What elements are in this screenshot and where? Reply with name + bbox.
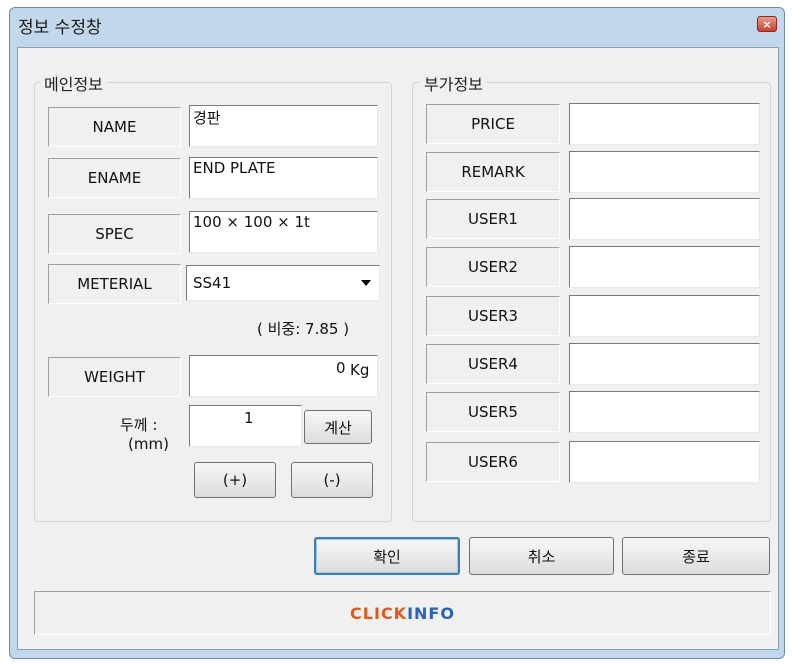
material-label: METERIAL — [48, 264, 181, 304]
brand-logo: CLICKINFO — [350, 603, 455, 623]
name-label: NAME — [48, 107, 181, 147]
density-text: ( 비중: 7.85 ) — [257, 320, 350, 338]
price-input[interactable] — [569, 103, 760, 145]
weight-output: 0 Kg — [189, 355, 378, 397]
user3-input[interactable] — [569, 295, 760, 337]
increase-button[interactable]: (+) — [194, 462, 276, 498]
weight-label: WEIGHT — [48, 357, 181, 397]
material-selected-value: SS41 — [193, 274, 232, 292]
decrease-button[interactable]: (-) — [291, 462, 373, 498]
user6-label: USER6 — [426, 442, 560, 482]
close-icon: × — [762, 17, 772, 31]
thickness-label: 두께 : — [120, 416, 158, 434]
main-info-title: 메인정보 — [40, 71, 107, 95]
name-input[interactable]: 경판 — [189, 105, 378, 147]
user2-label: USER2 — [426, 247, 560, 287]
exit-button[interactable]: 종료 — [622, 537, 770, 575]
ename-label: ENAME — [48, 158, 181, 198]
thickness-input[interactable]: 1 — [189, 405, 302, 447]
chevron-down-icon[interactable] — [361, 280, 371, 286]
user4-label: USER4 — [426, 344, 560, 384]
remark-label: REMARK — [426, 152, 560, 192]
weight-unit: Kg — [350, 361, 370, 379]
ok-button[interactable]: 확인 — [314, 537, 460, 575]
cancel-button[interactable]: 취소 — [469, 537, 614, 575]
close-button[interactable]: × — [757, 16, 777, 32]
user1-input[interactable] — [569, 198, 760, 240]
user4-input[interactable] — [569, 343, 760, 385]
extra-info-title: 부가정보 — [420, 71, 487, 95]
spec-label: SPEC — [48, 214, 181, 254]
user3-label: USER3 — [426, 296, 560, 336]
calculate-button[interactable]: 계산 — [304, 410, 372, 444]
user2-input[interactable] — [569, 246, 760, 288]
user6-input[interactable] — [569, 441, 760, 483]
user5-label: USER5 — [426, 392, 560, 432]
thickness-unit: (mm) — [128, 435, 169, 453]
price-label: PRICE — [426, 104, 560, 144]
weight-value: 0 — [336, 359, 346, 377]
spec-input[interactable]: 100 × 100 × 1t — [189, 211, 378, 253]
remark-input[interactable] — [569, 151, 760, 193]
ename-input[interactable]: END PLATE — [189, 157, 378, 199]
user5-input[interactable] — [569, 391, 760, 433]
status-bar: CLICKINFO — [34, 591, 771, 635]
user1-label: USER1 — [426, 199, 560, 239]
material-select[interactable]: SS41 — [186, 265, 380, 301]
window-title: 정보 수정창 — [18, 18, 102, 38]
thickness-value: 1 — [244, 409, 254, 427]
